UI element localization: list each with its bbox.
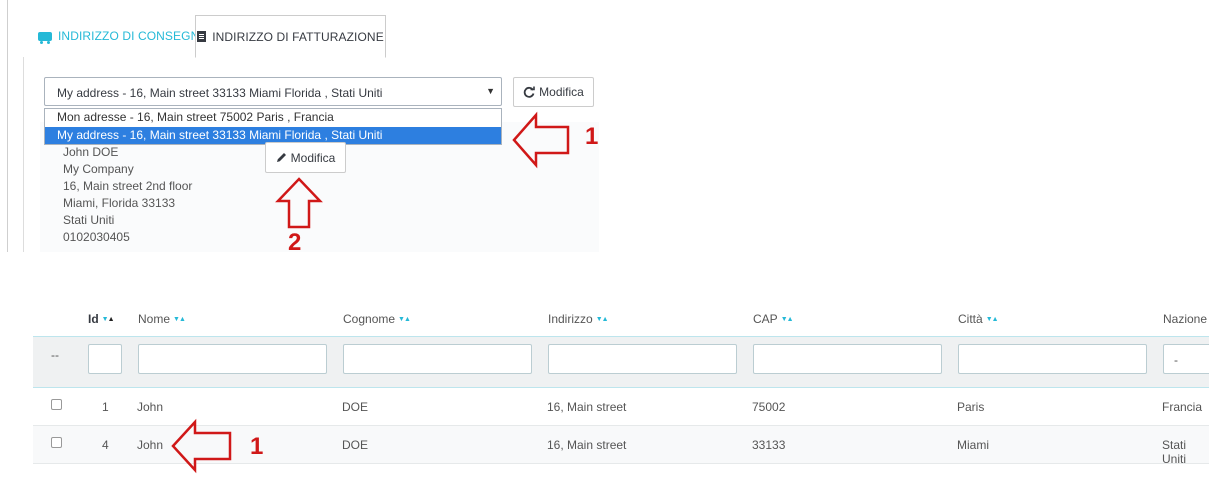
tab-delivery-label: INDIRIZZO DI CONSEGNA (58, 29, 208, 43)
cell-nome: John (137, 438, 164, 452)
column-header-indirizzo[interactable]: Indirizzo ▼▲ (548, 312, 609, 326)
column-header-nazione[interactable]: Nazione (1163, 312, 1207, 326)
filter-nome-input[interactable] (138, 344, 327, 374)
address-dropdown-list: Mon adresse - 16, Main street 75002 Pari… (44, 108, 502, 145)
cell-citta: Miami (957, 438, 989, 452)
cell-id: 1 (102, 400, 109, 414)
column-header-nome[interactable]: Nome ▼▲ (138, 312, 186, 326)
column-header-cognome[interactable]: Cognome ▼▲ (343, 312, 411, 326)
caret-down-icon: ▼ (486, 86, 495, 96)
cell-cognome: DOE (342, 400, 369, 414)
column-header-id[interactable]: Id ▼▲ (88, 312, 115, 326)
column-header-label: CAP (753, 312, 778, 326)
sort-icon[interactable]: ▼▲ (102, 316, 115, 323)
sort-icon[interactable]: ▼▲ (596, 316, 609, 323)
annotation-number: 1 (585, 123, 599, 150)
address-line: My Company (63, 162, 134, 176)
filter-id-input[interactable] (88, 344, 122, 374)
address-line: 0102030405 (63, 230, 130, 244)
filter-cap-input[interactable] (753, 344, 942, 374)
cell-cognome: DOE (342, 438, 369, 452)
annotation-number: 1 (250, 433, 264, 460)
cell-cap: 75002 (752, 400, 786, 414)
address-details: John DOE My Company 16, Main street 2nd … (63, 144, 192, 246)
annotation-number: 2 (288, 229, 302, 256)
filter-nazione-value: - (1174, 353, 1178, 367)
sort-icon[interactable]: ▼▲ (173, 316, 186, 323)
cell-citta: Paris (957, 400, 985, 414)
document-icon (197, 31, 207, 42)
cell-nazione: Stati Uniti (1162, 438, 1187, 466)
row-checkbox[interactable] (51, 399, 62, 410)
address-select[interactable]: My address - 16, Main street 33133 Miami… (44, 77, 502, 106)
column-header-label: Indirizzo (548, 312, 593, 326)
column-header-label: Nazione (1163, 312, 1208, 326)
address-tabs: INDIRIZZO DI CONSEGNA INDIRIZZO DI FATTU… (23, 15, 599, 58)
refresh-address-button[interactable]: Modifica (513, 77, 594, 107)
refresh-icon (523, 86, 535, 98)
column-header-cap[interactable]: CAP ▼▲ (753, 312, 794, 326)
address-line: Miami, Florida 33133 (63, 196, 176, 210)
column-header-label: Id (88, 312, 99, 326)
address-option[interactable]: Mon adresse - 16, Main street 75002 Pari… (45, 109, 501, 126)
cell-cap: 33133 (752, 438, 786, 452)
column-header-label: Città (958, 312, 983, 326)
address-line: John DOE (63, 145, 119, 159)
sort-icon[interactable]: ▼▲ (398, 316, 411, 323)
address-select-value: My address - 16, Main street 33133 Miami… (57, 86, 383, 100)
filter-cognome-input[interactable] (343, 344, 532, 374)
edit-address-label: Modifica (290, 150, 336, 165)
address-line: Stati Uniti (63, 213, 115, 227)
tab-delivery-address[interactable]: INDIRIZZO DI CONSEGNA (38, 16, 207, 56)
column-header-label: Cognome (343, 312, 396, 326)
filter-citta-input[interactable] (958, 344, 1147, 374)
column-header-citta[interactable]: Città ▼▲ (958, 312, 999, 326)
address-line: 16, Main street 2nd floor (63, 179, 193, 193)
filter-indirizzo-input[interactable] (548, 344, 737, 374)
up-arrow-annotation-icon (275, 177, 323, 229)
tab-billing-label: INDIRIZZO DI FATTURAZIONE (212, 29, 384, 44)
sort-icon[interactable]: ▼▲ (781, 316, 794, 323)
truck-icon (38, 31, 52, 44)
cell-id: 4 (102, 438, 109, 452)
column-header-label: Nome (138, 312, 171, 326)
row-checkbox[interactable] (51, 437, 62, 448)
cell-nome: John (137, 400, 164, 414)
left-arrow-annotation-icon (512, 111, 570, 169)
sort-icon[interactable]: ▼▲ (986, 316, 999, 323)
cell-indirizzo: 16, Main street (547, 438, 627, 452)
pencil-icon (276, 153, 286, 162)
page-left-border (7, 0, 8, 252)
cell-indirizzo: 16, Main street (547, 400, 627, 414)
left-arrow-annotation-icon (171, 418, 232, 474)
edit-address-button[interactable]: Modifica (265, 142, 346, 173)
tab-billing-address[interactable]: INDIRIZZO DI FATTURAZIONE (195, 15, 386, 58)
cell-nazione: Francia (1162, 400, 1203, 414)
refresh-address-label: Modifica (539, 85, 584, 99)
filter-placeholder: -- (51, 348, 59, 362)
filter-nazione-select[interactable] (1163, 344, 1209, 374)
